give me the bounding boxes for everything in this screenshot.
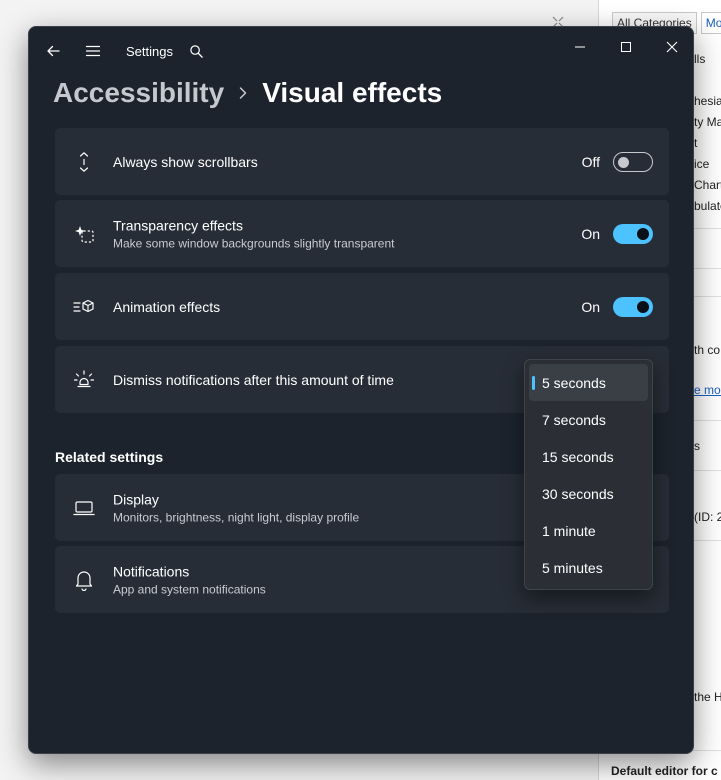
settings-window: Settings Accessibility Visual effects Al… <box>28 26 694 754</box>
background-text: (ID: 2 <box>694 510 721 524</box>
background-footer-text: Default editor for c <box>611 764 718 778</box>
setting-title: Always show scrollbars <box>113 153 258 170</box>
setting-title: Animation effects <box>113 298 221 315</box>
setting-text: Always show scrollbars <box>113 154 258 170</box>
background-tab-most[interactable]: Mos <box>700 12 721 34</box>
toggle-knob <box>618 156 629 168</box>
search-icon[interactable] <box>186 41 206 61</box>
background-text: bulate <box>694 199 721 213</box>
toggle-state-label: On <box>581 225 600 242</box>
setting-text: Display Monitors, brightness, night ligh… <box>113 491 359 524</box>
toggle-state-label: Off <box>581 153 600 170</box>
animation-cube-icon <box>73 296 95 318</box>
background-text: hesia <box>694 94 721 108</box>
setting-text: Notifications App and system notificatio… <box>113 563 266 596</box>
background-text: s <box>694 439 700 453</box>
hamburger-icon[interactable] <box>83 41 103 61</box>
scrollbars-toggle[interactable] <box>613 151 653 172</box>
breadcrumb: Accessibility Visual effects <box>53 75 442 111</box>
notification-sun-icon <box>73 369 95 391</box>
background-text: ty Ma <box>694 115 721 129</box>
setting-description: Monitors, brightness, night light, displ… <box>113 510 360 524</box>
toggle-knob <box>637 227 649 240</box>
maximize-button[interactable] <box>603 33 649 61</box>
title-bar: Settings <box>29 27 693 75</box>
animation-toggle[interactable] <box>613 296 653 317</box>
bell-icon <box>73 569 95 591</box>
setting-text: Transparency effects Make some window ba… <box>113 217 394 250</box>
dropdown-option-7-seconds[interactable]: 7 seconds <box>529 401 648 438</box>
background-text: ice <box>694 157 710 171</box>
dismiss-time-dropdown-list[interactable]: 5 seconds 7 seconds 15 seconds 30 second… <box>524 359 653 590</box>
dropdown-option-5-seconds[interactable]: 5 seconds <box>529 364 648 401</box>
toggle-state-label: On <box>581 298 600 315</box>
transparency-toggle[interactable] <box>613 223 653 244</box>
page-title: Visual effects <box>262 77 443 108</box>
chevron-right-icon <box>238 86 248 100</box>
background-text: Chart <box>694 178 721 192</box>
close-button[interactable] <box>649 33 693 61</box>
setting-text: Animation effects <box>113 299 220 315</box>
background-text: the H <box>694 690 721 704</box>
back-arrow-icon[interactable] <box>43 41 63 61</box>
scrollbar-arrows-icon <box>73 151 95 173</box>
background-link[interactable]: e mos <box>694 383 721 397</box>
setting-always-show-scrollbars[interactable]: Always show scrollbars Off <box>55 128 669 195</box>
dropdown-option-30-seconds[interactable]: 30 seconds <box>529 475 648 512</box>
setting-title: Notifications <box>113 563 190 579</box>
dropdown-option-1-minute[interactable]: 1 minute <box>529 512 648 549</box>
setting-description: Make some window backgrounds slightly tr… <box>113 236 395 250</box>
toggle-knob <box>637 300 649 313</box>
background-text: lls <box>694 52 706 66</box>
setting-title: Dismiss notifications after this amount … <box>113 371 394 388</box>
related-settings-heading: Related settings <box>55 449 164 465</box>
transparency-sparkle-icon <box>73 223 95 245</box>
setting-animation-effects[interactable]: Animation effects On <box>55 273 669 340</box>
setting-description: App and system notifications <box>113 582 266 596</box>
laptop-icon <box>73 497 95 519</box>
app-title: Settings <box>126 44 173 59</box>
setting-title: Transparency effects <box>113 217 243 233</box>
minimize-button[interactable] <box>557 33 603 61</box>
setting-transparency-effects[interactable]: Transparency effects Make some window ba… <box>55 200 669 267</box>
breadcrumb-parent[interactable]: Accessibility <box>53 77 224 109</box>
background-text: th co <box>694 343 721 357</box>
dropdown-option-5-minutes[interactable]: 5 minutes <box>529 549 648 586</box>
setting-text: Dismiss notifications after this amount … <box>113 372 394 388</box>
background-text: t <box>694 136 698 150</box>
dropdown-option-15-seconds[interactable]: 15 seconds <box>529 438 648 475</box>
setting-title: Display <box>113 491 159 507</box>
